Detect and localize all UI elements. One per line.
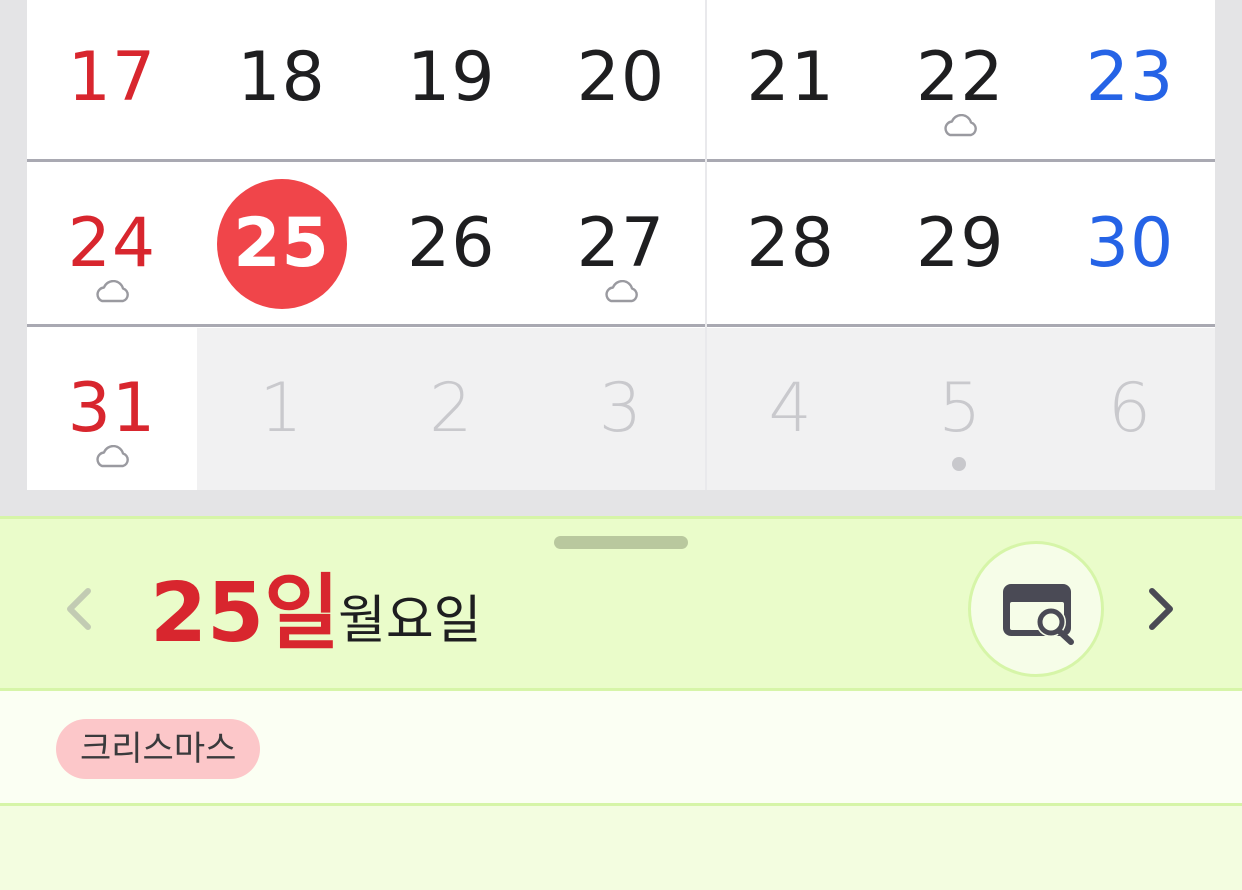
card-search-icon: [1003, 584, 1074, 645]
calendar-day-30[interactable]: 30: [1045, 163, 1215, 327]
calendar-day-29[interactable]: 29: [875, 163, 1045, 327]
selected-day-label: 25일: [150, 566, 340, 661]
calendar-day-next-1[interactable]: 1: [196, 328, 367, 490]
day-number: 25: [233, 204, 330, 283]
calendar-day-28[interactable]: 28: [706, 163, 876, 327]
calendar-day-27[interactable]: 27: [536, 163, 706, 327]
day-number: 6: [1107, 369, 1153, 448]
cloud-icon: [944, 114, 978, 137]
day-number: 30: [1085, 204, 1175, 283]
day-number: 21: [746, 38, 835, 117]
day-number: 31: [67, 369, 157, 448]
event-dot: [952, 457, 967, 471]
cloud-icon: [605, 280, 638, 303]
day-number: 28: [746, 204, 835, 283]
calendar-day-next-5[interactable]: 5: [875, 328, 1046, 490]
calendar-day-26[interactable]: 26: [366, 163, 536, 327]
day-number: 18: [237, 38, 326, 117]
calendar-day-18[interactable]: 18: [197, 0, 367, 160]
calendar-day-21[interactable]: 21: [706, 0, 876, 160]
calendar-day-next-2[interactable]: 2: [366, 328, 537, 490]
calendar-day-20[interactable]: 20: [536, 0, 706, 160]
calendar-day-25-today[interactable]: 25: [197, 163, 367, 327]
day-number: 5: [938, 369, 983, 448]
day-number: 3: [598, 369, 644, 448]
cloud-icon: [96, 280, 129, 303]
calendar-day-22[interactable]: 22: [875, 0, 1045, 160]
event-list: 크리스마스: [0, 691, 1242, 806]
day-number: 1: [259, 369, 304, 448]
month-calendar: 17 18 19 20 21 22 23 24 25 26 27 28 29 3…: [27, 0, 1215, 490]
day-detail-sheet: 25일 월요일 크리스마스: [0, 516, 1242, 890]
calendar-day-next-4[interactable]: 4: [705, 328, 876, 490]
day-number: 26: [406, 204, 496, 283]
week-divider: [27, 324, 1215, 327]
day-number: 24: [67, 204, 157, 283]
day-number: 2: [429, 369, 474, 448]
selected-weekday-label: 월요일: [338, 591, 482, 651]
calendar-week: 24 25 26 27 28 29 30: [27, 163, 1215, 327]
drag-handle[interactable]: [554, 536, 688, 549]
calendar-week: 31 1 2 3 4 5 6: [27, 328, 1215, 490]
day-number: 27: [576, 204, 666, 283]
day-number: 29: [916, 204, 1005, 283]
chevron-left-icon[interactable]: [52, 581, 108, 637]
day-number: 23: [1085, 38, 1175, 117]
calendar-day-17[interactable]: 17: [27, 0, 197, 160]
day-number: 17: [67, 38, 157, 117]
calendar-week: 17 18 19 20 21 22 23: [27, 0, 1215, 160]
chevron-right-icon[interactable]: [1134, 581, 1190, 637]
calendar-column-separator: [705, 0, 707, 490]
day-detail-header: 25일 월요일: [0, 516, 1242, 691]
calendar-day-next-6[interactable]: 6: [1045, 328, 1215, 490]
calendar-day-24[interactable]: 24: [27, 163, 197, 327]
week-divider: [27, 159, 1215, 162]
day-number: 22: [916, 38, 1005, 117]
calendar-day-next-3[interactable]: 3: [536, 328, 706, 490]
calendar-day-19[interactable]: 19: [366, 0, 536, 160]
holiday-badge[interactable]: 크리스마스: [56, 719, 261, 779]
calendar-day-23[interactable]: 23: [1045, 0, 1215, 160]
day-number: 19: [406, 38, 496, 117]
day-number: 4: [768, 369, 813, 448]
search-expense-button[interactable]: [968, 541, 1104, 677]
day-number: 20: [576, 38, 666, 117]
cloud-icon: [96, 445, 129, 468]
calendar-day-31[interactable]: 31: [27, 328, 197, 490]
